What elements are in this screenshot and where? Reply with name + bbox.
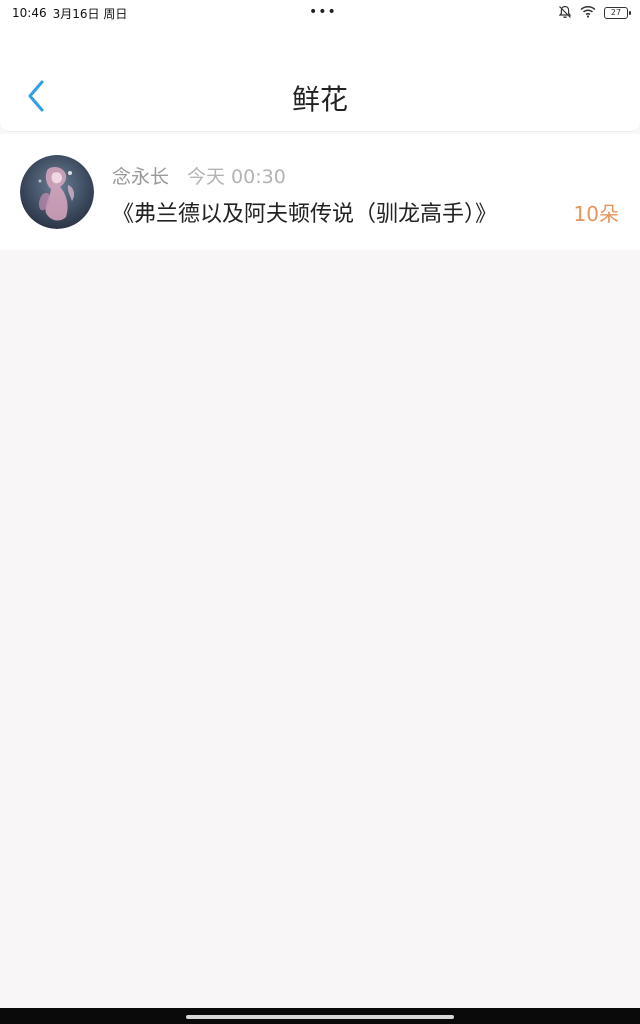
list-item[interactable]: 念永长 今天 00:30 《弗兰德以及阿夫顿传说（驯龙高手）》 10朵 [0, 134, 640, 250]
battery-icon: 27 [604, 7, 631, 19]
flower-count: 10朵 [573, 202, 619, 226]
wifi-icon [580, 5, 596, 21]
header: 鲜花 [0, 26, 640, 132]
status-dots: ••• [309, 4, 337, 20]
status-bar: 10:46 3月16日 周日 ••• 27 [0, 0, 640, 26]
item-meta: 念永长 今天 00:30 [112, 162, 286, 189]
status-right: 27 [558, 5, 631, 22]
avatar[interactable] [20, 155, 94, 229]
status-left: 10:46 3月16日 周日 [12, 5, 127, 22]
navigation-bar [0, 1008, 640, 1024]
bell-off-icon [558, 5, 572, 22]
status-time: 10:46 [12, 6, 47, 20]
item-title[interactable]: 《弗兰德以及阿夫顿传说（驯龙高手）》 [112, 196, 497, 228]
timestamp: 今天 00:30 [187, 166, 286, 188]
home-indicator[interactable] [186, 1015, 454, 1019]
page-title: 鲜花 [291, 83, 348, 116]
user-name[interactable]: 念永长 [112, 162, 169, 189]
status-date: 3月16日 周日 [52, 6, 128, 21]
